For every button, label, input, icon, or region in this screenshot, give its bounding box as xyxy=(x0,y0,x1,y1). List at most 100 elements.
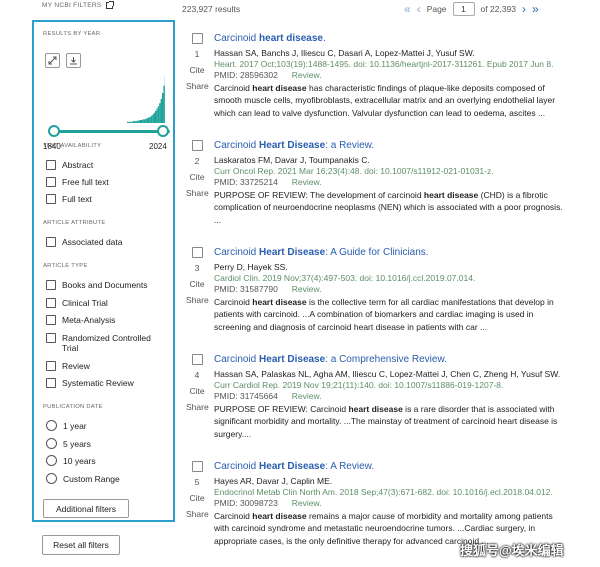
histogram-bar xyxy=(142,119,144,123)
additional-filters-button[interactable]: Additional filters xyxy=(43,499,129,518)
filter-label: Associated data xyxy=(62,237,123,247)
share-button[interactable]: Share xyxy=(186,188,209,198)
year-range-start-handle[interactable] xyxy=(48,125,60,137)
first-page-icon[interactable]: « xyxy=(404,3,411,15)
last-page-icon[interactable]: » xyxy=(532,3,539,15)
histogram-bar xyxy=(153,112,155,123)
result-pmid: PMID: 33725214 xyxy=(214,177,278,187)
radio[interactable] xyxy=(46,455,57,466)
date-5-years[interactable]: 5 years xyxy=(46,438,91,449)
select-checkbox[interactable] xyxy=(191,33,203,44)
share-button[interactable]: Share xyxy=(186,402,209,412)
radio[interactable] xyxy=(46,473,57,484)
histogram-bar xyxy=(150,115,153,123)
date-10-years[interactable]: 10 years xyxy=(46,455,96,466)
result-title-link[interactable]: Carcinoid heart disease. xyxy=(214,33,566,45)
checkbox[interactable] xyxy=(46,237,56,247)
checkbox[interactable] xyxy=(46,177,56,187)
page-number-input[interactable]: 1 xyxy=(452,2,475,16)
checkbox[interactable] xyxy=(46,194,56,204)
date-custom-range[interactable]: Custom Range xyxy=(46,473,120,484)
result-actions: 3 Cite Share xyxy=(186,247,209,311)
result-pmid: PMID: 30098723 xyxy=(214,498,278,508)
histogram-bar xyxy=(160,99,162,123)
share-button[interactable]: Share xyxy=(186,509,209,519)
result-title-link[interactable]: Carcinoid Heart Disease: A Review. xyxy=(214,461,566,473)
filter-systematic-review[interactable]: Systematic Review xyxy=(46,378,134,388)
cite-button[interactable]: Cite xyxy=(186,172,208,182)
date-label: Custom Range xyxy=(63,473,120,484)
select-checkbox[interactable] xyxy=(191,461,203,472)
histogram-bar xyxy=(128,121,130,123)
checkbox[interactable] xyxy=(46,315,56,325)
filter-randomized-controlled-trial[interactable]: Randomized Controlled Trial xyxy=(46,333,157,353)
radio[interactable] xyxy=(46,438,57,449)
filter-label: Abstract xyxy=(62,160,94,170)
cite-button[interactable]: Cite xyxy=(186,279,208,289)
checkbox[interactable] xyxy=(46,298,56,308)
checkbox[interactable] xyxy=(46,160,56,170)
text-availability-heading: TEXT AVAILABILITY xyxy=(43,143,102,149)
result-pmid: PMID: 31587790 xyxy=(214,284,278,294)
result-type: Review. xyxy=(291,498,322,508)
snippet-highlight: heart disease xyxy=(423,190,479,200)
year-end-label: 2024 xyxy=(149,142,167,151)
date-label: 5 years xyxy=(63,438,91,449)
filter-review[interactable]: Review xyxy=(46,361,90,371)
previous-page-icon[interactable]: ‹ xyxy=(417,3,421,15)
histogram-bar xyxy=(143,119,146,123)
date-1-year[interactable]: 1 year xyxy=(46,420,87,431)
filter-free-full-text[interactable]: Free full text xyxy=(46,177,109,187)
checkbox[interactable] xyxy=(46,333,56,343)
histogram-bar xyxy=(136,120,139,123)
title-highlight: Heart Disease xyxy=(259,354,326,365)
result-title-link[interactable]: Carcinoid Heart Disease: a Review. xyxy=(214,140,566,152)
result-pmid: PMID: 28596302 xyxy=(214,70,278,80)
filter-meta-analysis[interactable]: Meta-Analysis xyxy=(46,315,115,325)
snippet-text: Carcinoid xyxy=(214,297,253,307)
reset-all-filters-button[interactable]: Reset all filters xyxy=(42,535,120,555)
result-title-link[interactable]: Carcinoid Heart Disease: A Guide for Cli… xyxy=(214,247,566,259)
filters-sidebar: RESULTS BY YEAR 1840 2024 TEXT AVAILABIL… xyxy=(32,20,175,522)
result-authors: Hayes AR, Davar J, Caplin ME. xyxy=(214,476,333,486)
histogram-bar xyxy=(148,117,150,123)
filter-label: Meta-Analysis xyxy=(62,315,116,325)
result-number: 5 xyxy=(194,477,200,487)
title-text: : A Review. xyxy=(325,461,375,472)
checkbox[interactable] xyxy=(46,280,56,290)
my-ncbi-filters-link[interactable]: MY NCBI FILTERS xyxy=(42,1,114,9)
share-button[interactable]: Share xyxy=(186,295,209,305)
result-pmid-line: PMID: 31587790 Review. xyxy=(214,284,566,295)
result-snippet: Carcinoid heart disease has characterist… xyxy=(214,82,566,119)
snippet-text: PURPOSE OF REVIEW: Carcinoid xyxy=(214,404,349,414)
next-page-icon[interactable]: › xyxy=(522,3,526,15)
checkbox[interactable] xyxy=(46,378,56,388)
select-checkbox[interactable] xyxy=(191,247,203,258)
filter-associated-data[interactable]: Associated data xyxy=(46,237,122,247)
share-button[interactable]: Share xyxy=(186,81,209,91)
filter-abstract[interactable]: Abstract xyxy=(46,160,93,170)
histogram-bar xyxy=(138,120,140,123)
result-pmid-line: PMID: 33725214 Review. xyxy=(214,177,566,188)
title-text: : a Review. xyxy=(325,140,375,151)
filter-books-and-documents[interactable]: Books and Documents xyxy=(46,280,148,290)
cite-button[interactable]: Cite xyxy=(186,493,208,503)
result-title-link[interactable]: Carcinoid Heart Disease: a Comprehensive… xyxy=(214,354,566,366)
result-snippet: Carcinoid heart disease is the collectiv… xyxy=(214,296,566,333)
cite-button[interactable]: Cite xyxy=(186,65,208,75)
checkbox[interactable] xyxy=(46,361,56,371)
page-total: of 22,393 xyxy=(480,4,516,14)
result-body: Carcinoid Heart Disease: a Review. Laskar… xyxy=(214,140,566,226)
histogram-bar xyxy=(152,114,154,123)
filter-clinical-trial[interactable]: Clinical Trial xyxy=(46,298,108,308)
title-text: Carcinoid xyxy=(214,140,260,151)
cite-button[interactable]: Cite xyxy=(186,386,208,396)
filter-full-text[interactable]: Full text xyxy=(46,194,92,204)
histogram-bar xyxy=(141,120,143,123)
filter-label: Books and Documents xyxy=(62,280,148,290)
snippet-text: Carcinoid xyxy=(214,511,253,521)
year-range-end-handle[interactable] xyxy=(157,125,169,137)
select-checkbox[interactable] xyxy=(191,354,203,365)
select-checkbox[interactable] xyxy=(191,140,203,151)
radio[interactable] xyxy=(46,420,57,431)
